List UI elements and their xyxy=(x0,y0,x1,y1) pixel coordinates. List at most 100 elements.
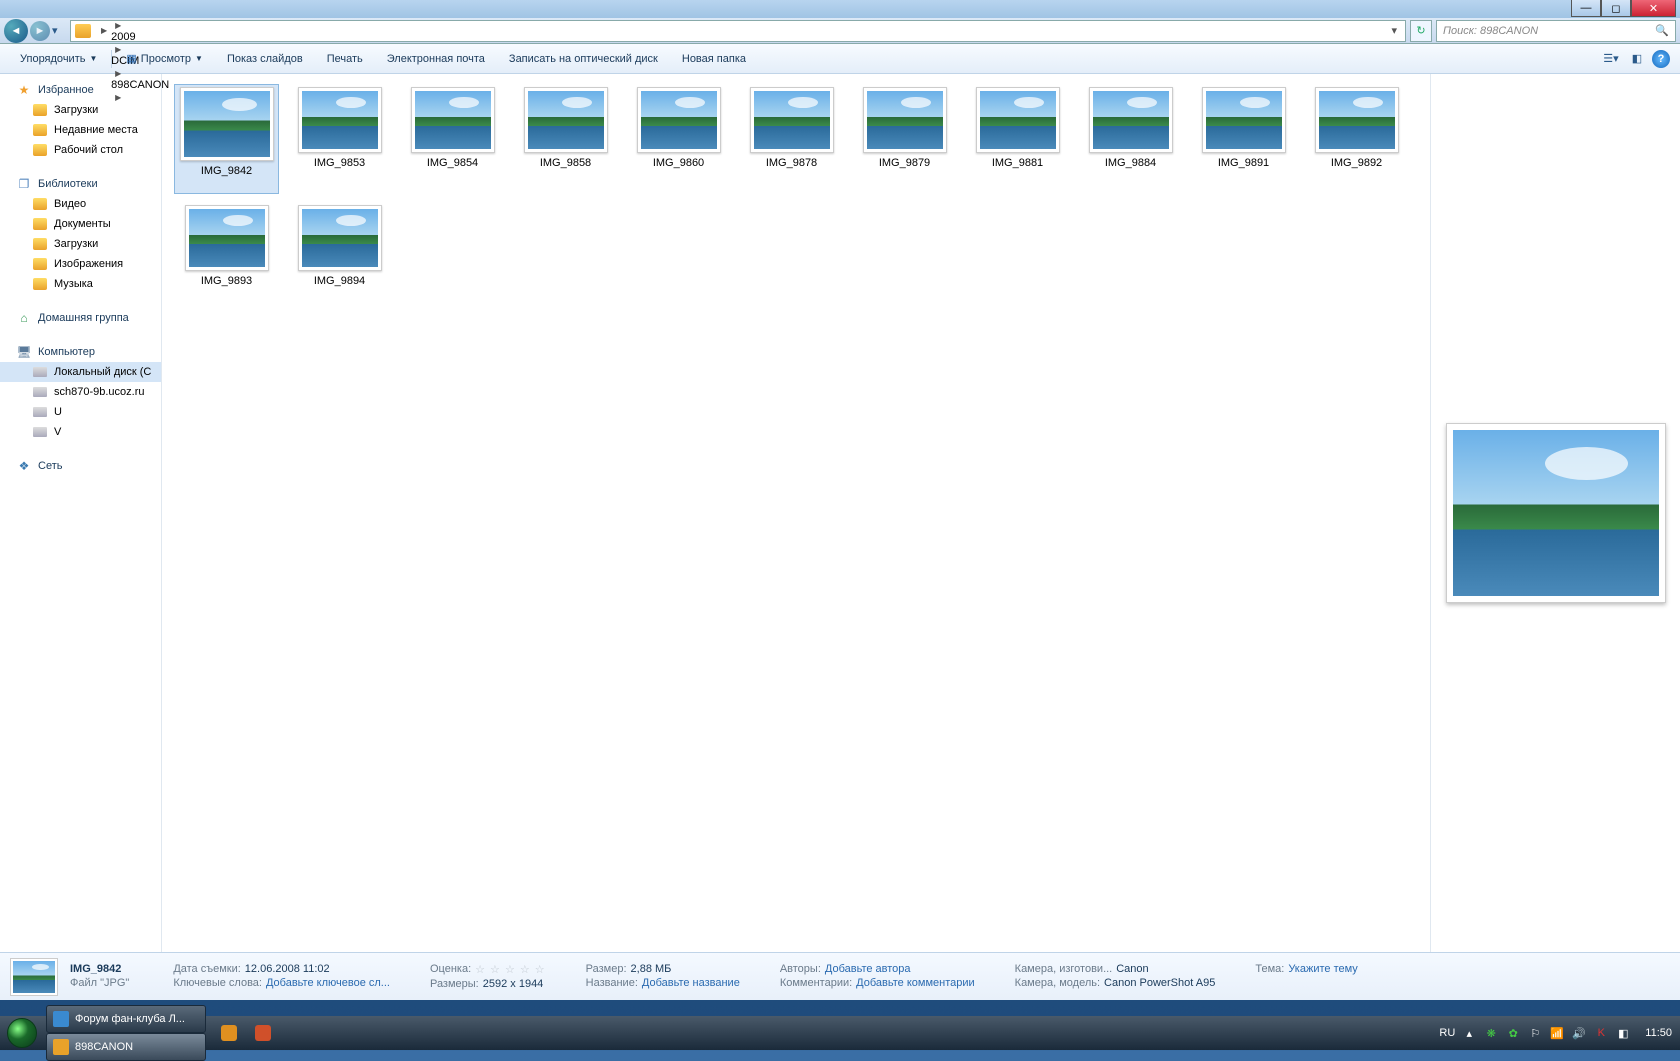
details-subject[interactable]: Укажите тему xyxy=(1288,963,1357,975)
file-name: IMG_9893 xyxy=(201,275,252,287)
back-button[interactable]: ◄ xyxy=(4,19,28,43)
sidebar-item[interactable]: U xyxy=(0,402,161,422)
address-dropdown[interactable]: ▾ xyxy=(1387,24,1401,37)
details-rating[interactable]: ☆ ☆ ☆ ☆ ☆ xyxy=(475,963,546,976)
homegroup-icon: ⌂ xyxy=(16,310,32,326)
details-camera-maker: Canon xyxy=(1116,963,1148,975)
forward-button[interactable]: ► xyxy=(30,21,50,41)
folder-icon xyxy=(32,276,48,292)
preview-pane-icon[interactable]: ◧ xyxy=(1626,48,1648,70)
quick-launch-icon[interactable] xyxy=(215,1019,243,1047)
minimize-button[interactable]: — xyxy=(1571,0,1601,17)
taskbar-task[interactable]: 898CANON xyxy=(46,1033,206,1061)
view-menu[interactable]: ▦Просмотр▼ xyxy=(114,52,215,65)
details-dimensions: 2592 x 1944 xyxy=(483,978,544,990)
chevron-right-icon[interactable]: ▶ xyxy=(101,26,107,35)
file-thumbnail[interactable]: IMG_9853 xyxy=(287,84,392,194)
file-name: IMG_9892 xyxy=(1331,157,1382,169)
details-thumbnail xyxy=(10,958,58,996)
nav-history-dropdown[interactable]: ▾ xyxy=(52,24,64,37)
sidebar-item[interactable]: Загрузки xyxy=(0,234,161,254)
layout-views-icon[interactable]: ☰▾ xyxy=(1600,48,1622,70)
app-icon xyxy=(53,1011,69,1027)
title-bar: — ◻ ✕ xyxy=(0,0,1680,18)
chevron-right-icon[interactable]: ▶ xyxy=(115,21,121,30)
organize-menu[interactable]: Упорядочить▼ xyxy=(8,53,109,65)
file-thumbnail[interactable]: IMG_9879 xyxy=(852,84,957,194)
image-icon xyxy=(298,205,382,271)
details-comments[interactable]: Добавьте комментарии xyxy=(856,977,974,989)
details-camera-model: Canon PowerShot A95 xyxy=(1104,977,1215,989)
close-button[interactable]: ✕ xyxy=(1631,0,1676,17)
search-input[interactable]: Поиск: 898CANON 🔍 xyxy=(1436,20,1676,42)
network-header[interactable]: ❖Сеть xyxy=(0,456,161,476)
file-grid[interactable]: IMG_9842 IMG_9853 IMG_9854IMG_9858IMG_9860… xyxy=(162,74,1430,952)
email-button[interactable]: Электронная почта xyxy=(375,53,497,65)
sidebar-item[interactable]: Документы xyxy=(0,214,161,234)
image-icon xyxy=(1089,87,1173,153)
computer-header[interactable]: 🖥Компьютер xyxy=(0,342,161,362)
refresh-button[interactable]: ↻ xyxy=(1410,20,1432,42)
help-icon[interactable]: ? xyxy=(1652,50,1670,68)
windows-orb-icon xyxy=(7,1018,37,1048)
sidebar-item[interactable]: Видео xyxy=(0,194,161,214)
quick-launch-icon[interactable] xyxy=(249,1019,277,1047)
image-icon xyxy=(411,87,495,153)
sidebar-item[interactable]: V xyxy=(0,422,161,442)
print-button[interactable]: Печать xyxy=(315,53,375,65)
new-folder-button[interactable]: Новая папка xyxy=(670,53,758,65)
file-thumbnail[interactable]: IMG_9891 xyxy=(1191,84,1296,194)
details-keywords[interactable]: Добавьте ключевое сл... xyxy=(266,977,390,989)
libraries-icon: ❐ xyxy=(16,176,32,192)
file-thumbnail[interactable]: IMG_9892 xyxy=(1304,84,1409,194)
tray-network-icon[interactable]: 📶 xyxy=(1549,1025,1565,1041)
file-thumbnail[interactable]: IMG_9894 xyxy=(287,202,392,312)
file-thumbnail[interactable]: IMG_9842 xyxy=(174,84,279,194)
tray-icon[interactable]: ❋ xyxy=(1483,1025,1499,1041)
file-name: IMG_9853 xyxy=(314,157,365,169)
tray-icon[interactable]: ✿ xyxy=(1505,1025,1521,1041)
file-thumbnail[interactable]: IMG_9860 xyxy=(626,84,731,194)
image-icon xyxy=(750,87,834,153)
sidebar-item[interactable]: Музыка xyxy=(0,274,161,294)
file-thumbnail[interactable]: IMG_9854 xyxy=(400,84,505,194)
image-icon xyxy=(863,87,947,153)
breadcrumb-segment[interactable]: 2009 xyxy=(111,31,215,43)
file-thumbnail[interactable]: IMG_9881 xyxy=(965,84,1070,194)
libraries-header[interactable]: ❐Библиотеки xyxy=(0,174,161,194)
image-icon xyxy=(180,87,274,161)
search-icon[interactable]: 🔍 xyxy=(1655,24,1669,37)
tray-up-icon[interactable]: ▴ xyxy=(1461,1025,1477,1041)
favorites-header[interactable]: ★Избранное xyxy=(0,80,161,100)
preview-image xyxy=(1446,423,1666,603)
details-title[interactable]: Добавьте название xyxy=(642,977,740,989)
sidebar-item[interactable]: Изображения xyxy=(0,254,161,274)
tray-action-center-icon[interactable]: ⚐ xyxy=(1527,1025,1543,1041)
sidebar-item[interactable]: Загрузки xyxy=(0,100,161,120)
maximize-button[interactable]: ◻ xyxy=(1601,0,1631,17)
sidebar-item[interactable]: Рабочий стол xyxy=(0,140,161,160)
language-indicator[interactable]: RU xyxy=(1439,1027,1455,1039)
taskbar-task[interactable]: Форум фан-клуба Л... xyxy=(46,1005,206,1033)
file-thumbnail[interactable]: IMG_9893 xyxy=(174,202,279,312)
sidebar-item[interactable]: sch870-9b.ucoz.ru xyxy=(0,382,161,402)
details-filename: IMG_9842 xyxy=(70,963,121,975)
file-thumbnail[interactable]: IMG_9878 xyxy=(739,84,844,194)
start-button[interactable] xyxy=(0,1016,44,1050)
file-thumbnail[interactable]: IMG_9884 xyxy=(1078,84,1183,194)
slideshow-button[interactable]: Показ слайдов xyxy=(215,53,315,65)
sidebar-item[interactable]: Недавние места xyxy=(0,120,161,140)
tray-icon[interactable]: K xyxy=(1593,1025,1609,1041)
sidebar-item[interactable]: Локальный диск (C xyxy=(0,362,161,382)
toolbar: Упорядочить▼ ▦Просмотр▼ Показ слайдов Пе… xyxy=(0,44,1680,74)
file-thumbnail[interactable]: IMG_9858 xyxy=(513,84,618,194)
homegroup-header[interactable]: ⌂Домашняя группа xyxy=(0,308,161,328)
image-icon xyxy=(524,87,608,153)
details-authors[interactable]: Добавьте автора xyxy=(825,963,911,975)
burn-button[interactable]: Записать на оптический диск xyxy=(497,53,670,65)
tray-icon[interactable]: ◧ xyxy=(1615,1025,1631,1041)
address-bar[interactable]: ▶ Компьютер▶Локальный диск (C:)▶Фото▶200… xyxy=(70,20,1406,42)
taskbar-clock[interactable]: 11:50 xyxy=(1645,1027,1672,1039)
details-date[interactable]: 12.06.2008 11:02 xyxy=(245,963,330,975)
tray-volume-icon[interactable]: 🔊 xyxy=(1571,1025,1587,1041)
